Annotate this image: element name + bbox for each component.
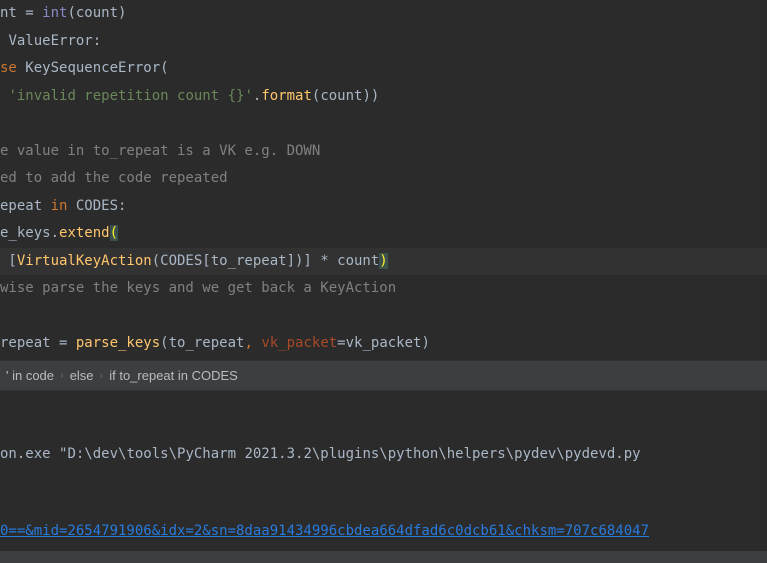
- code-keyword: in: [51, 198, 76, 214]
- code-line[interactable]: wise parse the keys and we get back a Ke…: [0, 275, 767, 303]
- code-line[interactable]: ValueError:: [0, 28, 767, 56]
- breadcrumb-item[interactable]: ' in code: [0, 368, 60, 383]
- breadcrumb-item[interactable]: if to_repeat in CODES: [103, 368, 244, 383]
- code-param: vk_packet: [261, 335, 337, 351]
- code-line-current[interactable]: [VirtualKeyAction(CODES[to_repeat])] * c…: [0, 248, 767, 276]
- code-text: :: [93, 33, 101, 49]
- code-line[interactable]: se KeySequenceError(: [0, 55, 767, 83]
- code-line[interactable]: e_keys.extend(: [0, 220, 767, 248]
- code-method: parse_keys: [76, 335, 160, 351]
- code-comment: e value in to_repeat is a VK e.g. DOWN: [0, 143, 320, 159]
- code-text: epeat: [0, 198, 51, 214]
- code-method: format: [261, 88, 312, 104]
- code-builtin: int: [42, 5, 67, 21]
- console-panel: on.exe "D:\dev\tools\PyCharm 2021.3.2\pl…: [0, 390, 767, 563]
- code-line[interactable]: e value in to_repeat is a VK e.g. DOWN: [0, 138, 767, 166]
- console-link[interactable]: 0==&mid=2654791906&idx=2&sn=8daa91434996…: [0, 523, 649, 539]
- code-comment: ed to add the code repeated: [0, 170, 228, 186]
- code-comment: wise parse the keys and we get back a Ke…: [0, 280, 396, 296]
- code-exception: ValueError: [8, 33, 92, 49]
- code-text: KeySequenceError(: [25, 60, 168, 76]
- console-line[interactable]: 0==&mid=2654791906&idx=2&sn=8daa91434996…: [0, 518, 767, 545]
- code-line[interactable]: epeat in CODES:: [0, 193, 767, 221]
- code-text: (count): [67, 5, 126, 21]
- bracket-highlight: (: [110, 225, 118, 241]
- code-line[interactable]: ed to add the code repeated: [0, 165, 767, 193]
- console-header: [0, 391, 767, 441]
- code-line[interactable]: [0, 303, 767, 331]
- code-line[interactable]: nt = int(count): [0, 0, 767, 28]
- code-text: [: [0, 253, 17, 269]
- code-keyword: se: [0, 60, 25, 76]
- code-method: extend: [59, 225, 110, 241]
- code-text: ,: [244, 335, 261, 351]
- horizontal-scrollbar[interactable]: [0, 551, 767, 563]
- code-text: (to_repeat: [160, 335, 244, 351]
- console-line[interactable]: on.exe "D:\dev\tools\PyCharm 2021.3.2\pl…: [0, 441, 767, 468]
- console-text: on.exe: [0, 446, 59, 462]
- code-string: 'invalid repetition count {}': [8, 88, 252, 104]
- code-editor[interactable]: nt = int(count) ValueError: se KeySequen…: [0, 0, 767, 360]
- code-text: (count)): [312, 88, 379, 104]
- code-line[interactable]: 'invalid repetition count {}'.format(cou…: [0, 83, 767, 111]
- code-text: nt =: [0, 5, 42, 21]
- console-path: "D:\dev\tools\PyCharm 2021.3.2\plugins\p…: [59, 446, 641, 462]
- bracket-highlight: ): [379, 253, 387, 269]
- code-method: VirtualKeyAction: [17, 253, 152, 269]
- breadcrumb-bar: ' in code › else › if to_repeat in CODES: [0, 360, 767, 390]
- code-line[interactable]: [0, 110, 767, 138]
- code-line[interactable]: repeat = parse_keys(to_repeat, vk_packet…: [0, 330, 767, 358]
- code-text: (CODES[to_repeat])] * count: [152, 253, 380, 269]
- console-spacer: [0, 468, 767, 518]
- code-text: CODES:: [76, 198, 127, 214]
- code-text: =vk_packet): [337, 335, 430, 351]
- code-text: e_keys.: [0, 225, 59, 241]
- code-text: repeat =: [0, 335, 76, 351]
- breadcrumb-item[interactable]: else: [64, 368, 100, 383]
